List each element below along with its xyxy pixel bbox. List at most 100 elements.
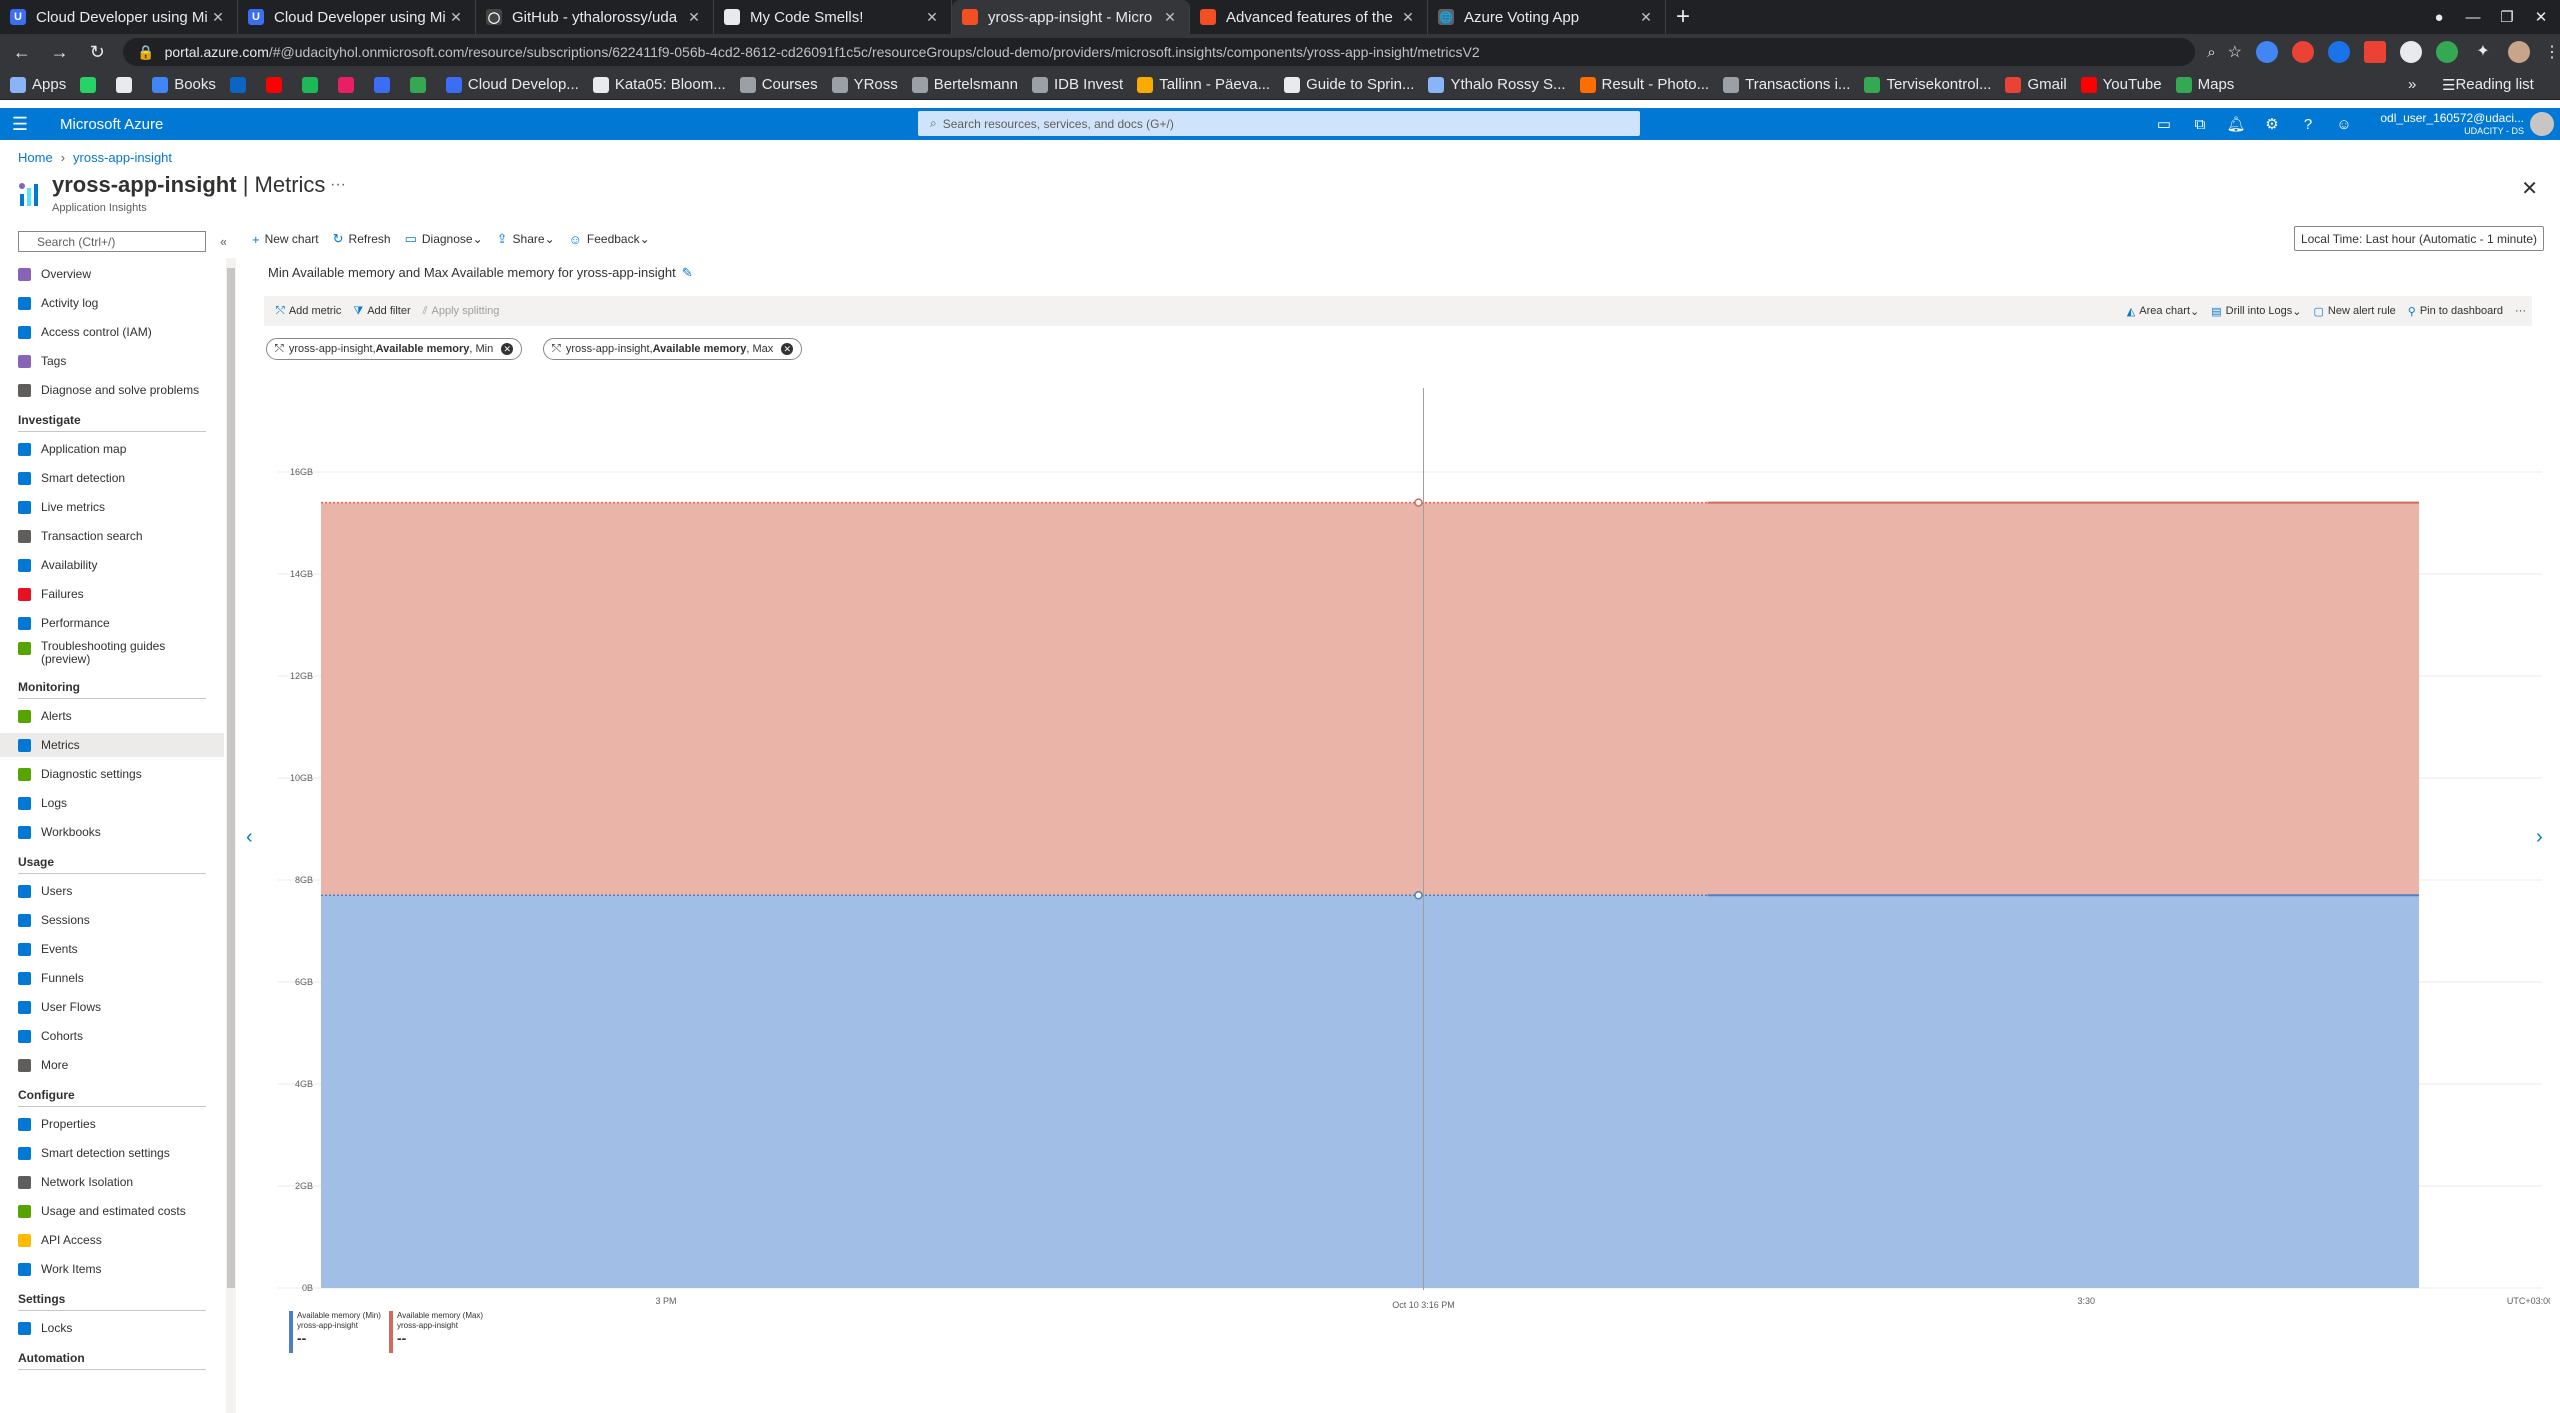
- sidebar-item-usage-and-estimated-costs[interactable]: Usage and estimated costs: [18, 1199, 224, 1223]
- area-chart-button[interactable]: ◭ Area chart ⌄: [2127, 305, 2199, 318]
- bookmark-item[interactable]: Courses: [739, 76, 818, 93]
- bookmark-item[interactable]: Ythalo Rossy S...: [1428, 76, 1566, 93]
- sidebar-item-application-map[interactable]: Application map: [18, 437, 224, 461]
- bookmark-item[interactable]: Result - Photo...: [1579, 76, 1709, 93]
- extension-translate-icon[interactable]: [2255, 41, 2278, 63]
- chart-more-icon[interactable]: ···: [2515, 305, 2526, 317]
- add-filter-button[interactable]: ⧩ Add filter: [353, 305, 410, 318]
- bookmark-item[interactable]: Transactions i...: [1723, 76, 1850, 93]
- url-input[interactable]: 🔒 portal.azure.com /#@udacityhol.onmicro…: [123, 38, 2196, 66]
- bookmark-item[interactable]: [301, 76, 324, 93]
- more-options-icon[interactable]: ···: [330, 176, 346, 194]
- bookmark-item[interactable]: Apps: [10, 76, 66, 93]
- sidebar-item-alerts[interactable]: Alerts: [18, 704, 224, 728]
- sidebar-item-diagnose-and-solve-problems[interactable]: Diagnose and solve problems: [18, 378, 224, 402]
- sidebar-item-availability[interactable]: Availability: [18, 553, 224, 577]
- bookmark-item[interactable]: Gmail: [2005, 76, 2067, 93]
- minimize-icon[interactable]: —: [2456, 0, 2490, 34]
- chart-prev-icon[interactable]: ‹: [246, 826, 253, 849]
- bookmark-item[interactable]: YRoss: [831, 76, 898, 93]
- sidebar-item-funnels[interactable]: Funnels: [18, 966, 224, 990]
- bookmark-item[interactable]: [373, 76, 396, 93]
- metric-pill[interactable]: ⤲ yross-app-insight, Available memory, Mi…: [266, 338, 523, 360]
- add-metric-button[interactable]: ⤲ Add metric: [276, 305, 341, 318]
- breadcrumb-home[interactable]: Home: [18, 150, 53, 165]
- sidebar-item-overview[interactable]: Overview: [18, 262, 224, 286]
- browser-tab[interactable]: U Cloud Developer using Mi ✕: [0, 0, 238, 34]
- legend-item[interactable]: Available memory (Min) yross-app-insight -…: [289, 1311, 381, 1353]
- browser-tab[interactable]: ◯ GitHub - ythalorossy/uda ✕: [476, 0, 714, 34]
- cloud-shell-icon[interactable]: ▭: [2154, 114, 2174, 134]
- sidebar-item-cohorts[interactable]: Cohorts: [18, 1024, 224, 1048]
- bookmark-item[interactable]: Tervisekontrol...: [1864, 76, 1991, 93]
- profile-icon[interactable]: ●: [2422, 0, 2456, 34]
- forward-icon[interactable]: →: [44, 36, 76, 68]
- collapse-menu-icon[interactable]: «: [220, 234, 226, 249]
- feedback-icon[interactable]: ☺: [2334, 114, 2354, 134]
- share-button[interactable]: ⇪ Share ⌄: [497, 231, 555, 247]
- breadcrumb-resource[interactable]: yross-app-insight: [73, 150, 172, 165]
- portal-menu-icon[interactable]: ☰: [0, 114, 40, 135]
- chart-title[interactable]: Min Available memory and Max Available m…: [268, 265, 693, 281]
- sidebar-item-smart-detection-settings[interactable]: Smart detection settings: [18, 1141, 224, 1165]
- sidebar-item-performance[interactable]: Performance: [18, 611, 224, 635]
- directory-filter-icon[interactable]: ⧉: [2190, 114, 2210, 134]
- browser-tab[interactable]: U Cloud Developer using Mi ✕: [238, 0, 476, 34]
- bookmark-item[interactable]: [409, 76, 432, 93]
- new-tab-icon[interactable]: +: [1666, 0, 1700, 34]
- maximize-icon[interactable]: ❐: [2490, 0, 2524, 34]
- browser-avatar-icon[interactable]: [2507, 41, 2530, 63]
- tab-close-icon[interactable]: ✕: [923, 9, 941, 26]
- close-blade-icon[interactable]: ✕: [2521, 176, 2538, 201]
- bookmark-item[interactable]: [116, 76, 138, 93]
- back-icon[interactable]: ←: [6, 36, 38, 68]
- extension-red-icon[interactable]: [2291, 41, 2314, 63]
- sidebar-item-diagnostic-settings[interactable]: Diagnostic settings: [18, 762, 224, 786]
- sidebar-item-work-items[interactable]: Work Items: [18, 1257, 224, 1281]
- bookmark-item[interactable]: [265, 76, 288, 93]
- sidebar-item-tags[interactable]: Tags: [18, 349, 224, 373]
- avatar[interactable]: [2530, 112, 2554, 136]
- extension-square-icon[interactable]: [2363, 41, 2386, 63]
- menu-search-input[interactable]: Search (Ctrl+/): [18, 231, 206, 252]
- sidebar-item-smart-detection[interactable]: Smart detection: [18, 466, 224, 490]
- bookmark-item[interactable]: Cloud Develop...: [445, 76, 579, 93]
- drill-into-logs-button[interactable]: ▤ Drill into Logs ⌄: [2211, 305, 2301, 318]
- browser-tab[interactable]: 🌐 Azure Voting App ✕: [1428, 0, 1666, 34]
- bookmark-item[interactable]: YouTube: [2080, 76, 2162, 93]
- bookmark-item[interactable]: Books: [152, 76, 216, 93]
- tab-close-icon[interactable]: ✕: [447, 9, 465, 26]
- bookmark-item[interactable]: Guide to Sprin...: [1284, 76, 1414, 93]
- extension-circle-icon[interactable]: [2399, 41, 2422, 63]
- zoom-icon[interactable]: ⌕: [2207, 44, 2215, 61]
- sidebar-item-live-metrics[interactable]: Live metrics: [18, 495, 224, 519]
- browser-menu-icon[interactable]: ⋮: [2544, 42, 2560, 62]
- sidebar-item-api-access[interactable]: API Access: [18, 1228, 224, 1252]
- global-search-input[interactable]: ⌕ Search resources, services, and docs (…: [918, 111, 1640, 136]
- sidebar-item-users[interactable]: Users: [18, 879, 224, 903]
- tab-close-icon[interactable]: ✕: [1161, 9, 1179, 26]
- edit-title-icon[interactable]: ✎: [682, 265, 693, 280]
- sidebar-item-transaction-search[interactable]: Transaction search: [18, 524, 224, 548]
- help-icon[interactable]: ?: [2298, 114, 2318, 134]
- legend-item[interactable]: Available memory (Max) yross-app-insight -…: [389, 1311, 483, 1353]
- close-window-icon[interactable]: ✕: [2524, 0, 2558, 34]
- new-alert-rule-button[interactable]: ▢ New alert rule: [2314, 305, 2396, 318]
- bookmark-item[interactable]: [80, 76, 102, 93]
- sidebar-item-user-flows[interactable]: User Flows: [18, 995, 224, 1019]
- bookmark-item[interactable]: Maps: [2175, 76, 2234, 93]
- bookmark-star-icon[interactable]: ☆: [2228, 42, 2242, 62]
- browser-tab[interactable]: yross-app-insight - Micro ✕: [952, 0, 1190, 34]
- sidebar-item-sessions[interactable]: Sessions: [18, 908, 224, 932]
- extension-green-icon[interactable]: [2435, 41, 2458, 63]
- feedback-button[interactable]: ☺ Feedback ⌄: [569, 232, 650, 247]
- bookmark-item[interactable]: [229, 76, 252, 93]
- bookmark-item[interactable]: [337, 76, 360, 93]
- browser-tab[interactable]: Advanced features of the ✕: [1190, 0, 1428, 34]
- refresh-button[interactable]: ↻ Refresh: [333, 231, 391, 247]
- sidebar-item-network-isolation[interactable]: Network Isolation: [18, 1170, 224, 1194]
- sidebar-item-events[interactable]: Events: [18, 937, 224, 961]
- browser-tab[interactable]: My Code Smells! ✕: [714, 0, 952, 34]
- reading-list-button[interactable]: ☰ Reading list: [2442, 76, 2534, 94]
- diagnose-button[interactable]: ▭ Diagnose ⌄: [405, 231, 483, 247]
